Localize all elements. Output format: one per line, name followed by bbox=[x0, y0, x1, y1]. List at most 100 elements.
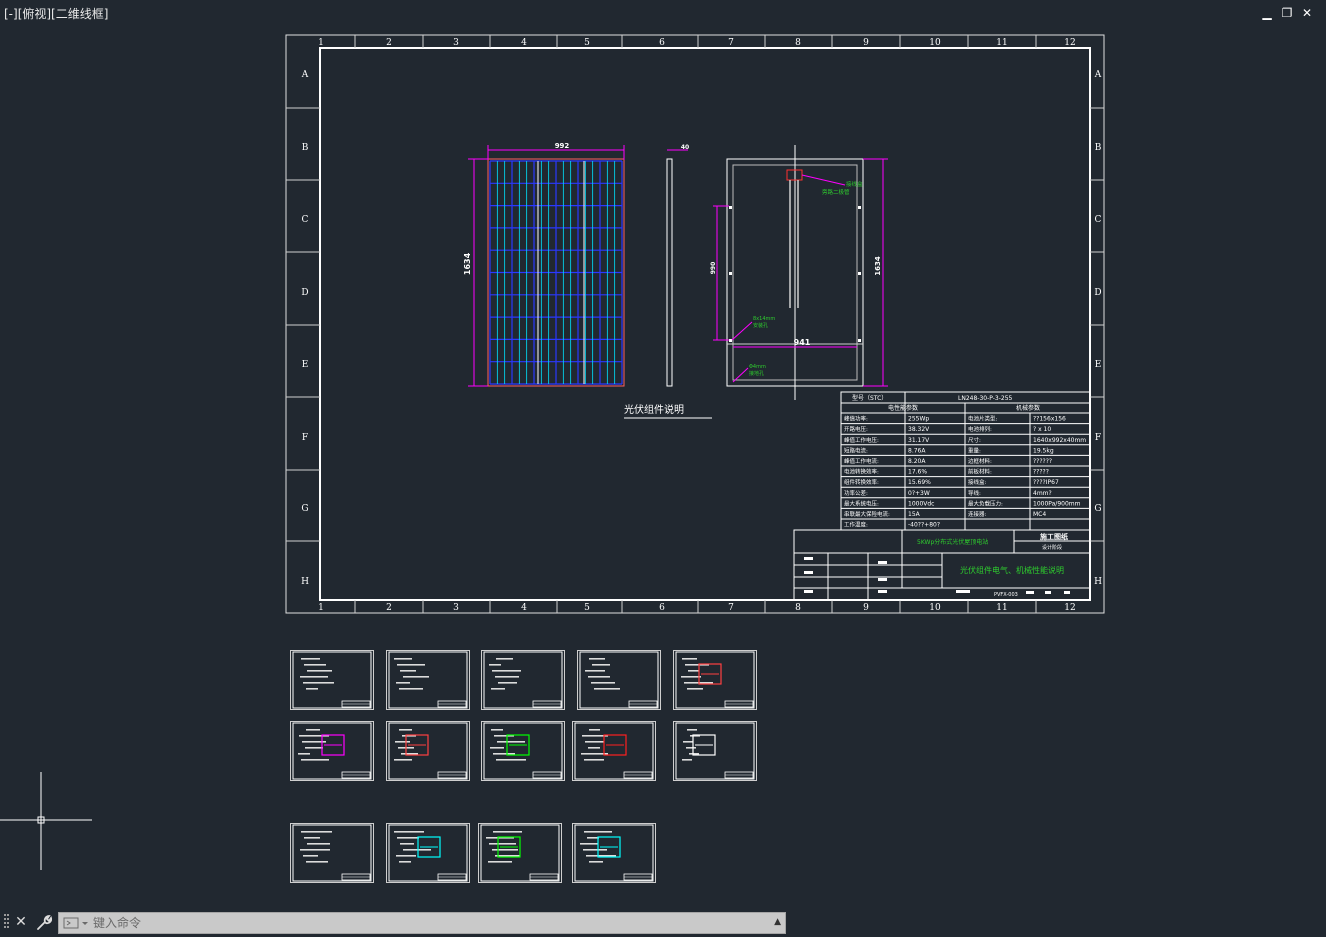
spec-electrical-key: 峰值功率: bbox=[844, 415, 868, 423]
pv-module-front-view[interactable]: 992 1634 bbox=[463, 142, 625, 387]
thumbnail-content bbox=[306, 861, 328, 863]
thumbnail-content bbox=[589, 658, 605, 660]
sheet-thumbnail[interactable] bbox=[577, 650, 661, 710]
thumbnail-content bbox=[396, 682, 410, 684]
title-block-drawing-no: PVFX-003 bbox=[994, 592, 1018, 598]
sheet-thumbnail[interactable] bbox=[290, 721, 374, 781]
command-prompt-icon[interactable] bbox=[63, 916, 89, 930]
spec-model-value: LN248-30-P-3-255 bbox=[958, 395, 1013, 402]
spec-mechanical-key: 重量: bbox=[968, 446, 981, 454]
thumbnail-frame bbox=[388, 651, 468, 709]
sheet-thumbnail[interactable] bbox=[290, 650, 374, 710]
front-height-dim: 1634 bbox=[463, 252, 472, 275]
spec-mechanical-key: 前板材料: bbox=[968, 468, 992, 476]
sheet-thumbnail[interactable] bbox=[673, 650, 757, 710]
spec-electrical-value: 15.69% bbox=[908, 479, 931, 486]
spec-mechanical-value: 19.5kg bbox=[1033, 447, 1054, 454]
spec-mechanical-key: 尺寸: bbox=[968, 436, 981, 444]
drawing-sheet[interactable]: 1 2 3 4 5 6 7 8 9 10 11 12 1 2 3 4 5 6 7 8 9 10 11 12 ABCDEFGH… bbox=[0, 0, 1326, 937]
sheet-thumbnail[interactable] bbox=[572, 721, 656, 781]
column-label: 3 bbox=[453, 603, 459, 613]
sheet-thumbnail[interactable] bbox=[386, 721, 470, 781]
sheet-thumbnail[interactable] bbox=[673, 721, 757, 781]
thumbnail-frame bbox=[574, 824, 654, 882]
column-label: 11 bbox=[996, 603, 1007, 613]
spec-electrical-value: 15A bbox=[908, 511, 921, 518]
thumbnail-content bbox=[399, 729, 412, 731]
thumbnail-content bbox=[588, 676, 610, 678]
sheet-thumbnail[interactable] bbox=[290, 823, 374, 883]
thumbnail-content bbox=[589, 729, 600, 731]
column-label: 10 bbox=[929, 603, 941, 613]
thumbnail-content bbox=[682, 759, 692, 761]
thumbnail-content bbox=[687, 729, 697, 731]
row-label: E bbox=[302, 360, 309, 370]
thumbnail-content bbox=[303, 855, 318, 857]
title-block[interactable]: 5KWp分布式光伏屋顶电站 施工图纸 设计阶段 光伏组件电气、机械性能说明 PV… bbox=[793, 529, 1091, 601]
holes-note: 8x14mm 安装孔 bbox=[753, 316, 777, 329]
thumbnail-content bbox=[585, 670, 605, 672]
customize-wrench-icon[interactable] bbox=[36, 913, 52, 931]
row-label: G bbox=[1094, 504, 1101, 514]
thumbnail-content bbox=[397, 664, 425, 666]
drawing-caption: 光伏组件说明 bbox=[624, 403, 684, 416]
command-input[interactable] bbox=[93, 914, 733, 932]
thumbnail-content bbox=[594, 688, 620, 690]
thumbnail-content bbox=[394, 759, 412, 761]
row-label: F bbox=[302, 433, 308, 443]
command-line-field[interactable]: ▲ bbox=[58, 912, 786, 934]
holes-leader bbox=[731, 321, 753, 341]
thumbnail-content bbox=[298, 753, 310, 755]
spec-electrical-key: 工作温度: bbox=[844, 521, 868, 529]
command-line-grip[interactable] bbox=[4, 912, 10, 932]
row-label: C bbox=[302, 215, 309, 225]
row-label: G bbox=[301, 504, 308, 514]
pv-module-side-view[interactable]: 40 bbox=[666, 144, 689, 387]
thumbnail-content bbox=[396, 855, 416, 857]
junction-note-line-1: 接线盒 bbox=[846, 180, 863, 188]
row-label: B bbox=[1095, 143, 1102, 153]
thumbnail-content bbox=[301, 759, 329, 761]
thumbnail-content bbox=[496, 658, 513, 660]
back-height-dim: 1634 bbox=[874, 256, 882, 276]
junction-leader bbox=[801, 174, 846, 186]
side-view-profile bbox=[666, 158, 673, 387]
title-block-drawing-title: 光伏组件电气、机械性能说明 bbox=[960, 565, 1064, 575]
command-history-icon[interactable]: ▲ bbox=[774, 917, 781, 927]
thumbnail-content bbox=[307, 670, 332, 672]
pv-module-back-view[interactable]: 1634 990 941 接线盒 旁路二极管 8x14mm 安装孔 Φ4mm 接… bbox=[710, 145, 888, 400]
thumbnail-content bbox=[305, 747, 323, 749]
thumbnail-content bbox=[301, 831, 332, 833]
thumbnail-content bbox=[580, 843, 598, 845]
spec-mechanical-value: 1000Pa/900mm bbox=[1033, 500, 1081, 507]
spec-electrical-value: 0?+3W bbox=[908, 490, 930, 497]
row-label: H bbox=[301, 577, 309, 587]
sheet-thumbnail[interactable] bbox=[481, 650, 565, 710]
column-label: 3 bbox=[453, 38, 459, 48]
sheet-thumbnail[interactable] bbox=[572, 823, 656, 883]
thumbnail-frame bbox=[292, 651, 372, 709]
row-label: A bbox=[1094, 70, 1102, 80]
sheet-thumbnail[interactable] bbox=[478, 823, 562, 883]
spec-mechanical-value: 4mm? bbox=[1033, 490, 1052, 497]
thumbnail-content bbox=[589, 861, 603, 863]
column-label: 1 bbox=[318, 38, 324, 48]
column-label: 12 bbox=[1064, 603, 1075, 613]
row-labels-left: A B C D E F G H bbox=[301, 70, 309, 587]
thumbnail-content bbox=[495, 855, 520, 857]
column-label: 8 bbox=[795, 603, 801, 613]
thumbnail-content bbox=[306, 688, 318, 690]
column-label: 8 bbox=[795, 38, 801, 48]
sheet-thumbnail[interactable] bbox=[386, 823, 470, 883]
spec-table[interactable]: 型号（STC） LN248-30-P-3-255 电性能参数 机械参数 峰值功率… bbox=[840, 391, 1091, 531]
thumbnail-content bbox=[400, 843, 414, 845]
spec-mechanical-value: ????IP67 bbox=[1033, 479, 1059, 486]
thumbnail-content bbox=[489, 664, 501, 666]
sheet-thumbnail[interactable] bbox=[481, 721, 565, 781]
sheet-thumbnail[interactable] bbox=[386, 650, 470, 710]
thumbnail-frame bbox=[483, 651, 563, 709]
command-line-close-icon[interactable]: ✕ bbox=[14, 914, 28, 930]
spec-electrical-value: 17.6% bbox=[908, 469, 927, 476]
title-block-stage-sub: 设计阶段 bbox=[1042, 544, 1062, 551]
column-label: 1 bbox=[318, 603, 324, 613]
